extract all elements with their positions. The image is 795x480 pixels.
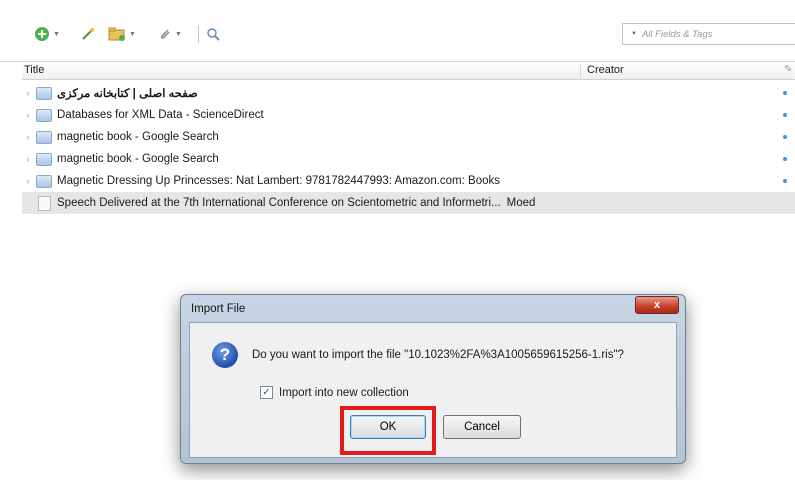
attachment-dot-icon <box>783 91 787 95</box>
table-row[interactable]: › Databases for XML Data - ScienceDirect <box>22 104 795 126</box>
web-page-icon <box>36 174 52 188</box>
dropdown-arrow-icon: ▼ <box>129 30 136 38</box>
question-icon: ? <box>212 342 238 368</box>
search-mode-arrow-icon[interactable]: ▼ <box>631 31 637 37</box>
magic-wand-icon <box>82 28 94 40</box>
attachment-dot-icon <box>783 113 787 117</box>
advanced-search-button[interactable] <box>206 24 220 44</box>
table-row[interactable]: › magnetic book - Google Search <box>22 126 795 148</box>
table-row[interactable]: › Magnetic Dressing Up Princesses: Nat L… <box>22 170 795 192</box>
add-attachment-button[interactable]: ▼ <box>158 24 182 44</box>
expand-arrow-icon[interactable]: › <box>22 88 34 98</box>
expand-arrow-icon[interactable]: › <box>22 132 34 142</box>
item-title: magnetic book - Google Search <box>57 153 219 165</box>
item-title: Databases for XML Data - ScienceDirect <box>57 109 264 121</box>
creator-column-header[interactable]: Creator <box>580 64 624 78</box>
dialog-body: ? Do you want to import the file "10.102… <box>189 322 677 458</box>
item-list: › صفحه اصلی | کتابخانه مرکزی › Databases… <box>22 82 795 214</box>
expand-arrow-icon[interactable]: › <box>22 154 34 164</box>
dialog-message: Do you want to import the file "10.1023%… <box>252 349 624 361</box>
green-plus-icon <box>35 27 49 41</box>
attachment-dot-icon <box>783 135 787 139</box>
dialog-title: Import File <box>191 303 246 315</box>
magnifier-icon <box>207 28 220 41</box>
toolbar: ▼ ▼ ▼ ▼ All Fields & Tags <box>0 0 795 62</box>
title-column-header[interactable]: Title <box>24 64 44 76</box>
new-collection-button[interactable]: ▼ <box>108 24 136 44</box>
web-page-icon <box>36 152 52 166</box>
attachment-dot-icon <box>783 179 787 183</box>
table-row[interactable]: › صفحه اصلی | کتابخانه مرکزی <box>22 82 795 104</box>
paperclip-icon[interactable]: ✎ <box>784 64 792 75</box>
dropdown-arrow-icon: ▼ <box>53 30 60 38</box>
document-icon <box>38 195 51 211</box>
expand-arrow-icon[interactable]: › <box>22 110 34 120</box>
folder-icon <box>108 27 125 41</box>
close-button[interactable]: x <box>635 296 679 314</box>
item-creator: Moed <box>506 197 536 209</box>
search-placeholder: All Fields & Tags <box>641 28 713 40</box>
item-title: magnetic book - Google Search <box>57 131 219 143</box>
new-item-by-identifier-button[interactable] <box>80 24 96 44</box>
item-title: صفحه اصلی | کتابخانه مرکزی <box>57 88 198 100</box>
expand-arrow-icon[interactable]: › <box>22 176 34 186</box>
import-into-new-collection-option[interactable]: ✓ Import into new collection <box>260 386 409 399</box>
search-input[interactable]: ▼ All Fields & Tags <box>622 23 795 45</box>
table-row[interactable]: Speech Delivered at the 7th Internationa… <box>22 192 795 214</box>
import-file-dialog: Import File x ? Do you want to import th… <box>180 294 686 464</box>
web-page-icon <box>36 108 52 122</box>
dropdown-arrow-icon: ▼ <box>175 30 182 38</box>
web-page-icon <box>36 130 52 144</box>
column-header: Title Creator ✎ <box>22 62 795 80</box>
item-title: Magnetic Dressing Up Princesses: Nat Lam… <box>57 175 500 187</box>
item-title: Speech Delivered at the 7th Internationa… <box>57 197 501 209</box>
web-page-icon <box>36 86 52 100</box>
checkbox[interactable]: ✓ <box>260 386 273 399</box>
ok-button[interactable]: OK <box>350 415 426 439</box>
new-item-button[interactable]: ▼ <box>34 24 60 44</box>
checkbox-label: Import into new collection <box>279 386 409 399</box>
attachment-dot-icon <box>783 157 787 161</box>
toolbar-separator <box>198 25 199 43</box>
cancel-button[interactable]: Cancel <box>443 415 521 439</box>
paperclip-icon <box>160 29 170 39</box>
table-row[interactable]: › magnetic book - Google Search <box>22 148 795 170</box>
